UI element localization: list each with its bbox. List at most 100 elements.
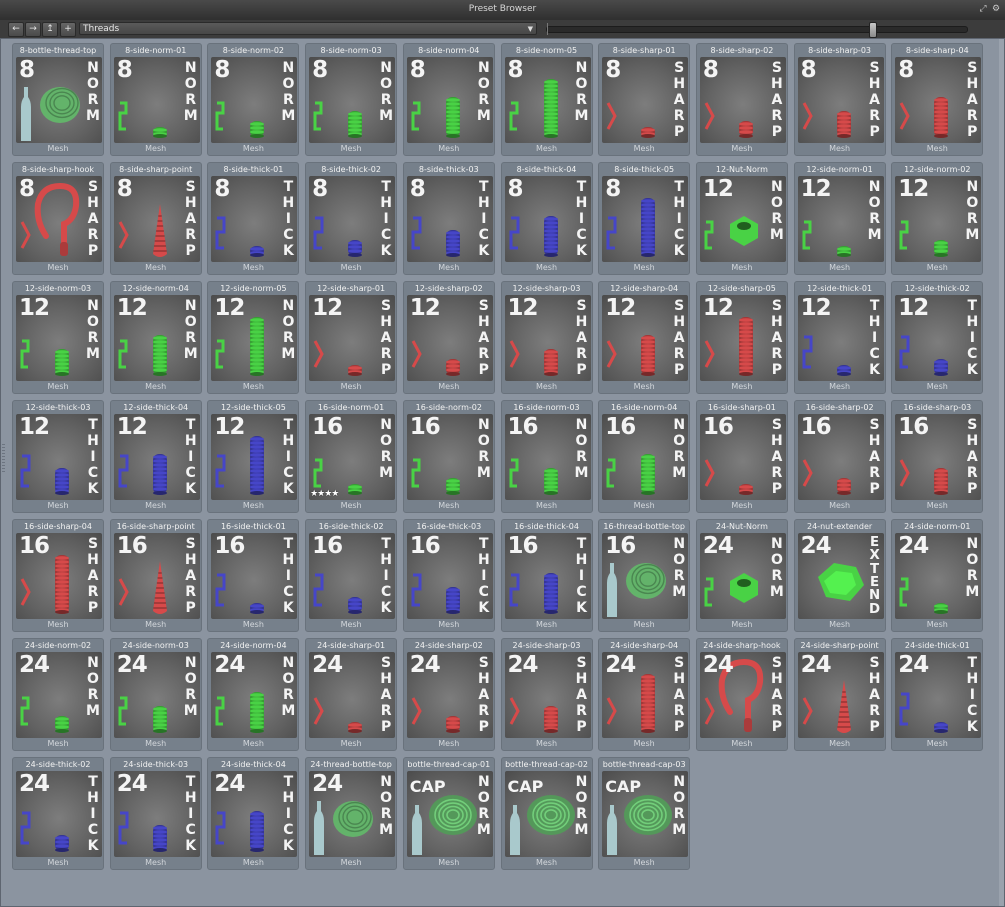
preset-thumbnail[interactable]: 12 N O R M [699,176,786,262]
preset-tile[interactable]: 24-thread-bottle-top 24 N O R M Mesh [305,757,398,870]
preset-thumbnail[interactable]: 16 T H I C K [211,533,298,619]
preset-thumbnail[interactable]: 24 E X T E N D [797,533,884,619]
preset-tile[interactable]: 12-side-sharp-02 12 S H A R P Mesh [402,281,495,394]
preset-tile[interactable]: 24-side-norm-02 24 N O R M Mesh [12,638,104,751]
preset-tile[interactable]: 12-side-norm-05 12 N O R M Mesh [207,281,300,394]
preset-thumbnail[interactable]: CAP N O R M [406,771,493,857]
preset-thumbnail[interactable]: 16 N O R M [602,414,689,500]
preset-thumbnail[interactable]: 16 S H A R P [113,533,200,619]
preset-thumbnail[interactable]: 8 NORM [113,57,200,143]
preset-thumbnail[interactable]: 16 N O R M ★★★★ [309,414,396,500]
thumbnail-size-slider[interactable] [546,22,968,38]
preset-thumbnail[interactable]: 24 S H A R P [602,652,689,738]
preset-tile[interactable]: 8-side-thick-03 8 T H I C K Mesh [402,162,495,275]
preset-thumbnail[interactable]: 12 T H I C K [797,295,884,381]
folder-up-icon[interactable]: ↥ [42,22,58,37]
preset-tile[interactable]: 16-side-sharp-04 16 S H A R P Mesh [12,519,104,632]
preset-thumbnail[interactable]: 8 SHARP [602,57,689,143]
preset-tile[interactable]: 8-side-norm-02 8 N O R M Mesh [207,43,300,156]
preset-thumbnail[interactable]: 16 N O R M [406,414,493,500]
preset-thumbnail[interactable]: 12 T H I C K [16,414,102,500]
preset-tile[interactable]: 8-side-sharp-hook 8 S H A R P Mesh [12,162,104,275]
preset-thumbnail[interactable]: 24 T H I C K [211,771,298,857]
preset-tile[interactable]: bottle-thread-cap-01 CAP N O R M Mesh [402,757,495,870]
preset-thumbnail[interactable]: 12 N O R M [895,176,982,262]
preset-tile[interactable]: 12-side-thick-04 12 T H I C K Mesh [109,400,202,513]
preset-thumbnail[interactable]: 8 NORM [504,57,591,143]
preset-tile[interactable]: 8-side-norm-05 8 N O R M Mesh [500,43,593,156]
preset-thumbnail[interactable]: 8 NORM [211,57,298,143]
preset-thumbnail[interactable]: 8 NORM [16,57,102,143]
preset-tile[interactable]: 12-side-norm-04 12 N O R M Mesh [109,281,202,394]
preset-tile[interactable]: 12-side-thick-05 12 T H I C K Mesh [207,400,300,513]
preset-tile[interactable]: bottle-thread-cap-02 CAP N O R M Mesh [500,757,593,870]
preset-tile[interactable]: 24-side-sharp-hook 24 S H A R P Mesh [695,638,788,751]
preset-tile[interactable]: 16-side-norm-03 16 N O R M Mesh [500,400,593,513]
preset-thumbnail[interactable]: 24 N O R M [113,652,200,738]
preset-tile[interactable]: 16-side-norm-01 16 N O R M ★★★★ Mesh [305,400,398,513]
preset-tile[interactable]: 16-side-thick-01 16 T H I C K Mesh [207,519,300,632]
preset-thumbnail[interactable]: 16 N O R M [504,414,591,500]
preset-tile[interactable]: 8-side-sharp-02 8 S H A R P Mesh [695,43,788,156]
preset-thumbnail[interactable]: 8 NORM [309,57,396,143]
preset-thumbnail[interactable]: 24 S H A R P [309,652,396,738]
preset-tile[interactable]: 8-side-thick-04 8 T H I C K Mesh [500,162,593,275]
preset-thumbnail[interactable]: 8 THICK [602,176,689,262]
preset-tile[interactable]: 8-side-sharp-04 8 S H A R P Mesh [891,43,984,156]
expand-icon[interactable]: ⤢ [978,4,988,14]
preset-tile[interactable]: 16-side-sharp-03 16 S H A R P Mesh [891,400,984,513]
preset-thumbnail[interactable]: 8 THICK [406,176,493,262]
preset-thumbnail[interactable]: 16 S H A R P [16,533,102,619]
preset-tile[interactable]: 24-Nut-Norm 24 N O R M Mesh [695,519,788,632]
preset-thumbnail[interactable]: 8 SHARP [797,57,884,143]
preset-tile[interactable]: 24-side-norm-01 24 N O R M Mesh [891,519,984,632]
preset-thumbnail[interactable]: 8 SHARP [16,176,102,262]
preset-tile[interactable]: 16-side-thick-02 16 T H I C K Mesh [305,519,398,632]
preset-tile[interactable]: 24-side-sharp-02 24 S H A R P Mesh [402,638,495,751]
preset-thumbnail[interactable]: 12 N O R M [16,295,102,381]
preset-thumbnail[interactable]: 12 S H A R P [309,295,396,381]
preset-tile[interactable]: 24-side-sharp-03 24 S H A R P Mesh [500,638,593,751]
preset-tile[interactable]: 16-side-thick-04 16 T H I C K Mesh [500,519,593,632]
preset-thumbnail[interactable]: 12 T H I C K [211,414,298,500]
preset-thumbnail[interactable]: 24 T H I C K [16,771,102,857]
preset-tile[interactable]: 12-Nut-Norm 12 N O R M Mesh [695,162,788,275]
preset-tile[interactable]: 8-side-thick-05 8 T H I C K Mesh [598,162,691,275]
preset-thumbnail[interactable]: 24 N O R M [895,533,982,619]
preset-tile[interactable]: 16-side-thick-03 16 T H I C K Mesh [402,519,495,632]
preset-thumbnail[interactable]: 16 S H A R P [895,414,982,500]
preset-tile[interactable]: 24-nut-extender 24 E X T E N D Mesh [793,519,886,632]
preset-tile[interactable]: 8-side-norm-03 8 N O R M Mesh [305,43,398,156]
preset-thumbnail[interactable]: 16 T H I C K [406,533,493,619]
preset-thumbnail[interactable]: 8 NORM [406,57,493,143]
preset-thumbnail[interactable]: 12 S H A R P [699,295,786,381]
preset-thumbnail[interactable]: CAP N O R M [504,771,591,857]
preset-thumbnail[interactable]: 12 T H I C K [113,414,200,500]
preset-thumbnail[interactable]: 24 S H A R P [504,652,591,738]
preset-tile[interactable]: 12-side-sharp-03 12 S H A R P Mesh [500,281,593,394]
preset-tile[interactable]: 24-side-sharp-04 24 S H A R P Mesh [598,638,691,751]
preset-tile[interactable]: 24-side-norm-03 24 N O R M Mesh [109,638,202,751]
preset-thumbnail[interactable]: 24 N O R M [16,652,102,738]
preset-thumbnail[interactable]: 16 S H A R P [699,414,786,500]
resize-grip[interactable] [2,444,5,472]
preset-tile[interactable]: 12-side-norm-02 12 N O R M Mesh [891,162,984,275]
preset-tile[interactable]: 24-side-sharp-01 24 S H A R P Mesh [305,638,398,751]
preset-tile[interactable]: 16-side-norm-02 16 N O R M Mesh [402,400,495,513]
preset-thumbnail[interactable]: 12 N O R M [113,295,200,381]
scrollbar[interactable] [999,39,1004,906]
preset-thumbnail[interactable]: 24 N O R M [309,771,396,857]
preset-tile[interactable]: 16-thread-bottle-top 16 N O R M Mesh [598,519,691,632]
preset-tile[interactable]: 8-side-norm-04 8 N O R M Mesh [402,43,495,156]
preset-tile[interactable]: 12-side-thick-01 12 T H I C K Mesh [793,281,886,394]
preset-tile[interactable]: 8-bottle-thread-top 8 N O R M Mesh [12,43,104,156]
preset-tile[interactable]: 8-side-norm-01 8 N O R M Mesh [109,43,202,156]
path-dropdown[interactable]: Threads ▼ [79,22,537,35]
preset-tile[interactable]: 12-side-norm-01 12 N O R M Mesh [793,162,886,275]
preset-tile[interactable]: 16-side-sharp-02 16 S H A R P Mesh [793,400,886,513]
preset-thumbnail[interactable]: 24 N O R M [699,533,786,619]
preset-thumbnail[interactable]: 8 SHARP [113,176,200,262]
preset-tile[interactable]: 8-side-thick-02 8 T H I C K Mesh [305,162,398,275]
preset-thumbnail[interactable]: 12 T H I C K [895,295,982,381]
preset-thumbnail[interactable]: 8 THICK [309,176,396,262]
